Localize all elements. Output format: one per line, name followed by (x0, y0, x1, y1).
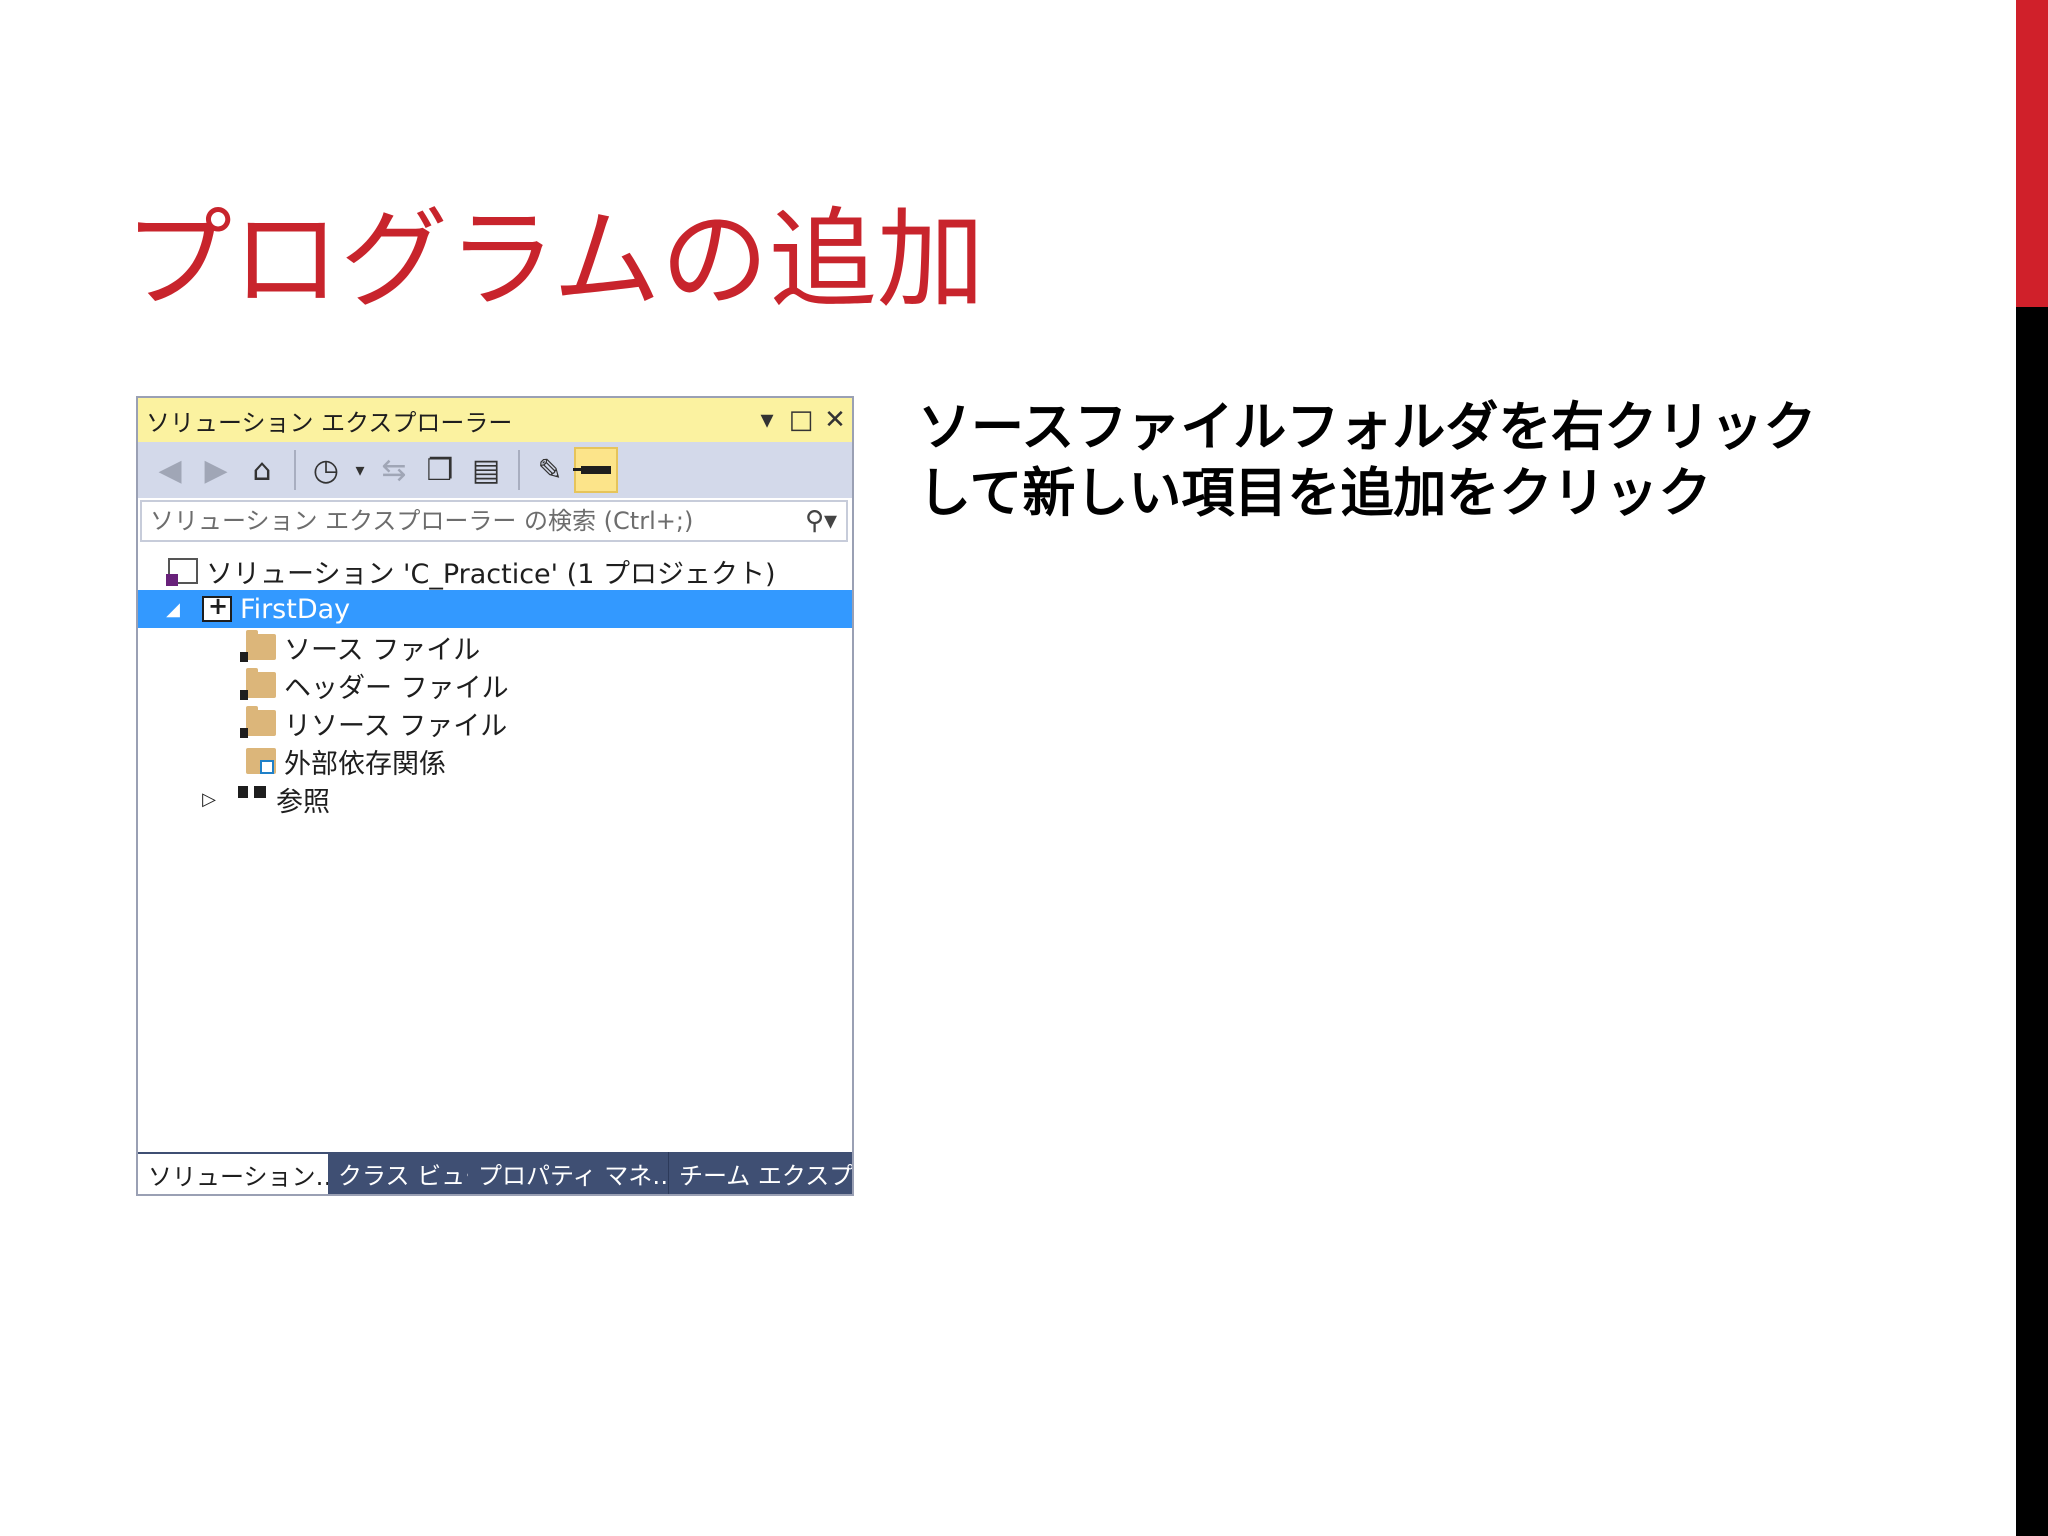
tree-item-references[interactable]: ▷ 参照 (138, 780, 852, 818)
properties-wrench-icon[interactable]: ✎ (528, 447, 572, 493)
tree-item-label: ソリューション 'C_Practice' (1 プロジェクト) (206, 558, 776, 590)
tree-item-source-files[interactable]: ソース ファイル (138, 628, 852, 666)
preview-pin-icon[interactable] (573, 447, 618, 493)
tree-item-header-files[interactable]: ヘッダー ファイル (138, 666, 852, 704)
explorer-toolbar: ◀ ▶ ⌂ ◷ ▾ ⇆ ❐ ▤ ✎ (138, 442, 852, 498)
slide-title: プログラムの追加 (124, 198, 985, 323)
maximize-icon[interactable]: □ (784, 403, 818, 437)
tab-solution-explorer[interactable]: ソリューション… (138, 1152, 328, 1194)
pending-changes-icon[interactable]: ◷ (304, 447, 348, 493)
panel-title: ソリューション エクスプローラー (146, 408, 513, 437)
expanded-arrow-icon[interactable]: ◢ (160, 599, 186, 620)
tree-item-label: リソース ファイル (284, 710, 508, 742)
sync-icon[interactable]: ⇆ (372, 447, 416, 493)
tree-item-label: ソース ファイル (284, 634, 481, 666)
show-all-files-icon[interactable]: ▤ (464, 447, 508, 493)
cpp-project-icon (202, 592, 232, 622)
tree-item-external-dependencies[interactable]: 外部依存関係 (138, 742, 852, 780)
home-icon[interactable]: ⌂ (240, 447, 284, 493)
solution-icon (166, 558, 198, 586)
search-box: ⚲▾ (140, 500, 848, 542)
instruction-text: ソースファイルフォルダを右クリックして新しい項目を追加をクリック (918, 397, 1817, 524)
close-icon[interactable]: ✕ (818, 403, 852, 437)
tree-item-label: 参照 (276, 786, 330, 818)
toolbar-separator (294, 450, 296, 490)
tree-item-project[interactable]: ◢ FirstDay (138, 590, 852, 628)
solution-explorer-panel: ソリューション エクスプローラー ▾ □ ✕ ◀ ▶ ⌂ ◷ ▾ ⇆ ❐ ▤ ✎… (136, 396, 854, 1196)
panel-titlebar: ソリューション エクスプローラー ▾ □ ✕ (138, 398, 852, 442)
tree-item-resource-files[interactable]: リソース ファイル (138, 704, 852, 742)
explorer-tabs: ソリューション… クラス ビュー プロパティ マネ… チーム エクスプ… (138, 1152, 852, 1194)
filter-folder-icon (240, 706, 276, 738)
chevron-down-icon[interactable]: ▾ (350, 447, 370, 493)
right-edge-bar (2016, 0, 2048, 1536)
collapse-all-icon[interactable]: ❐ (418, 447, 462, 493)
tree-item-label: FirstDay (240, 593, 351, 625)
tab-team-explorer[interactable]: チーム エクスプ… (668, 1152, 852, 1194)
collapsed-arrow-icon[interactable]: ▷ (196, 789, 222, 810)
tree-item-solution[interactable]: ソリューション 'C_Practice' (1 プロジェクト) (138, 552, 852, 590)
search-icon[interactable]: ⚲▾ (796, 506, 846, 536)
tab-property-manager[interactable]: プロパティ マネ… (468, 1152, 668, 1194)
external-dependencies-icon (246, 748, 276, 774)
tab-class-view[interactable]: クラス ビュー (328, 1152, 468, 1194)
right-edge-accent (2016, 0, 2048, 307)
references-icon (238, 786, 268, 812)
filter-folder-icon (240, 630, 276, 662)
dropdown-arrow-icon[interactable]: ▾ (750, 403, 784, 437)
forward-icon[interactable]: ▶ (194, 447, 238, 493)
solution-tree: ソリューション 'C_Practice' (1 プロジェクト) ◢ FirstD… (138, 552, 852, 818)
search-input[interactable] (142, 502, 796, 540)
filter-folder-icon (240, 668, 276, 700)
tree-item-label: 外部依存関係 (284, 748, 446, 780)
back-icon[interactable]: ◀ (148, 447, 192, 493)
toolbar-separator (518, 450, 520, 490)
tree-item-label: ヘッダー ファイル (284, 672, 509, 704)
